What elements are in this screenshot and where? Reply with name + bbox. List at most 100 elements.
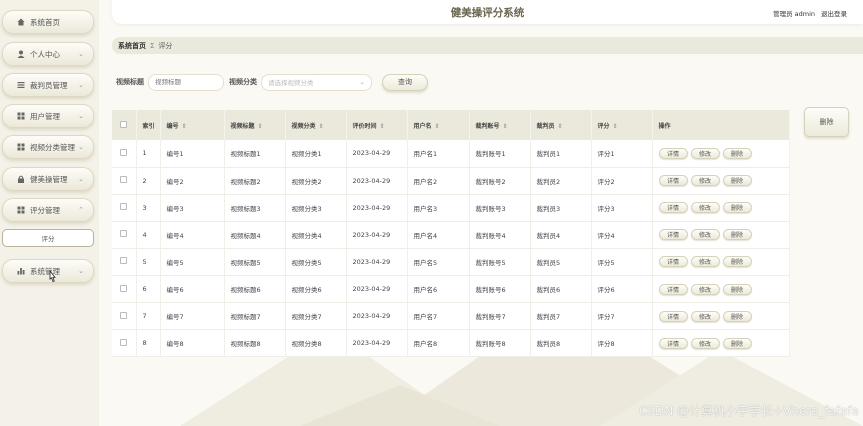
batch-delete-button[interactable]: 删除 [804, 107, 849, 137]
grid-icon [17, 143, 25, 151]
cell-time: 2023-04-29 [346, 248, 408, 276]
cell-actions: 详情 修改 删除 [652, 221, 790, 249]
column-header-score[interactable]: 评分 ⇕ [591, 110, 653, 140]
cell-judge-account: 裁判账号6 [469, 275, 531, 304]
cell-index: 6 [136, 275, 161, 304]
sidebar-item-users[interactable]: 用户管理 ⌄ [2, 104, 94, 128]
edit-button[interactable]: 修改 [690, 147, 720, 159]
column-header-user[interactable]: 用户名 ⇕ [407, 110, 470, 140]
cell-code: 编号2 [160, 167, 225, 195]
row-delete-button[interactable]: 删除 [722, 337, 752, 349]
cell-category: 视频分类3 [285, 194, 347, 222]
row-delete-button[interactable]: 删除 [722, 283, 752, 295]
row-checkbox[interactable] [120, 148, 128, 156]
cell-judge: 裁判员2 [530, 167, 592, 195]
column-header-code[interactable]: 编号 ⇕ [160, 110, 225, 140]
row-checkbox[interactable] [120, 284, 128, 292]
row-delete-button[interactable]: 删除 [722, 256, 752, 268]
cell-code: 编号6 [160, 275, 225, 304]
cell-judge: 裁判员7 [530, 302, 592, 331]
edit-button[interactable]: 修改 [690, 202, 720, 214]
row-checkbox[interactable] [120, 176, 128, 184]
detail-button[interactable]: 详情 [658, 256, 688, 268]
list-icon [17, 81, 25, 89]
cell-user: 用户名6 [407, 275, 470, 304]
app-title: 健美操评分系统 [450, 7, 525, 19]
row-delete-button[interactable]: 删除 [722, 147, 752, 159]
edit-button[interactable]: 修改 [690, 283, 720, 295]
cell-judge-account: 裁判账号7 [469, 302, 531, 331]
cell-index: 4 [136, 221, 161, 249]
table-row: 8 编号8 视频标题8 视频分类8 2023-04-29 用户名8 裁判账号8 裁判员8 评分8… [112, 329, 790, 358]
column-header-label: 索引 [142, 122, 155, 130]
detail-button[interactable]: 详情 [658, 147, 688, 159]
column-header-judge-account[interactable]: 裁判账号 ⇕ [469, 110, 531, 140]
sort-icon: ⇕ [181, 122, 187, 130]
detail-button[interactable]: 详情 [658, 310, 688, 322]
cell-actions: 详情 修改 删除 [652, 248, 790, 276]
breadcrumb-home[interactable]: 系统首页 [118, 41, 146, 51]
score-table: 索引 编号 ⇕ 视频标题 ⇕ 视频分类 ⇕ 评价时间 ⇕ 用户名 ⇕ 裁判账号 ⇕ 裁判员 ⇕… [112, 110, 790, 358]
cell-actions: 详情 修改 删除 [652, 275, 790, 304]
column-header-label: 操作 [658, 122, 671, 130]
edit-button[interactable]: 修改 [690, 175, 720, 187]
column-header-time[interactable]: 评价时间 ⇕ [346, 110, 408, 140]
select-all-checkbox[interactable] [120, 120, 128, 128]
row-checkbox[interactable] [120, 203, 128, 211]
cell-code: 编号7 [160, 302, 225, 331]
row-select-cell [112, 248, 137, 276]
column-header-title[interactable]: 视频标题 ⇕ [224, 110, 286, 140]
edit-button[interactable]: 修改 [690, 337, 720, 349]
row-select-cell [112, 275, 137, 304]
column-header-judge[interactable]: 裁判员 ⇕ [530, 110, 592, 140]
title-search-input[interactable] [148, 73, 224, 91]
sidebar-item-video-category[interactable]: 视频分类管理 ⌄ [2, 135, 94, 159]
cell-index: 1 [136, 140, 161, 168]
cell-actions: 详情 修改 删除 [652, 329, 790, 358]
home-icon [17, 18, 25, 26]
cell-actions: 详情 修改 删除 [652, 302, 790, 331]
row-delete-button[interactable]: 删除 [722, 310, 752, 322]
edit-button[interactable]: 修改 [690, 310, 720, 322]
cell-actions: 详情 修改 删除 [652, 167, 790, 195]
chevron-down-icon: ⌄ [78, 50, 84, 58]
sidebar-item-scores[interactable]: 评分管理 ⌃ [2, 198, 94, 222]
detail-button[interactable]: 详情 [658, 283, 688, 295]
cell-title: 视频标题3 [224, 194, 286, 222]
sidebar-item-profile[interactable]: 个人中心 ⌄ [2, 42, 94, 66]
row-checkbox[interactable] [120, 230, 128, 238]
row-delete-button[interactable]: 删除 [722, 202, 752, 214]
cell-score: 评分8 [591, 329, 653, 358]
user-icon [17, 50, 25, 58]
row-checkbox[interactable] [120, 257, 128, 265]
logout-link[interactable]: 退出登录 [821, 8, 847, 18]
chevron-down-icon: ⌄ [78, 175, 84, 183]
sidebar-item-judges[interactable]: 裁判员管理 ⌄ [2, 73, 94, 97]
column-header-category[interactable]: 视频分类 ⇕ [285, 110, 347, 140]
cell-judge: 裁判员5 [530, 248, 592, 276]
cell-judge-account: 裁判账号4 [469, 221, 531, 249]
table-header-row: 索引 编号 ⇕ 视频标题 ⇕ 视频分类 ⇕ 评价时间 ⇕ 用户名 ⇕ 裁判账号 ⇕ 裁判员 ⇕… [112, 110, 790, 140]
edit-button[interactable]: 修改 [690, 229, 720, 241]
cell-category: 视频分类4 [285, 221, 347, 249]
edit-button[interactable]: 修改 [690, 256, 720, 268]
row-checkbox[interactable] [120, 311, 128, 319]
chevron-up-icon: ⌃ [78, 206, 84, 214]
cell-score: 评分3 [591, 194, 653, 222]
row-delete-button[interactable]: 删除 [722, 175, 752, 187]
detail-button[interactable]: 详情 [658, 202, 688, 214]
detail-button[interactable]: 详情 [658, 337, 688, 349]
sidebar-item-aerobics[interactable]: 健美操管理 ⌄ [2, 167, 94, 191]
row-checkbox[interactable] [120, 338, 128, 346]
cell-title: 视频标题8 [224, 329, 286, 358]
sort-icon: ⇕ [612, 122, 618, 130]
detail-button[interactable]: 详情 [658, 175, 688, 187]
cell-judge-account: 裁判账号5 [469, 248, 531, 276]
row-delete-button[interactable]: 删除 [722, 229, 752, 241]
sidebar-item-home[interactable]: 系统首页 [2, 10, 94, 34]
sidebar-subitem-score[interactable]: 评分 [2, 229, 94, 247]
detail-button[interactable]: 详情 [658, 229, 688, 241]
table-row: 1 编号1 视频标题1 视频分类1 2023-04-29 用户名1 裁判账号1 裁判员1 评分1… [112, 140, 790, 168]
query-button[interactable]: 查询 [382, 73, 428, 91]
category-select[interactable]: 请选择视频分类 ⌄ [261, 73, 372, 91]
